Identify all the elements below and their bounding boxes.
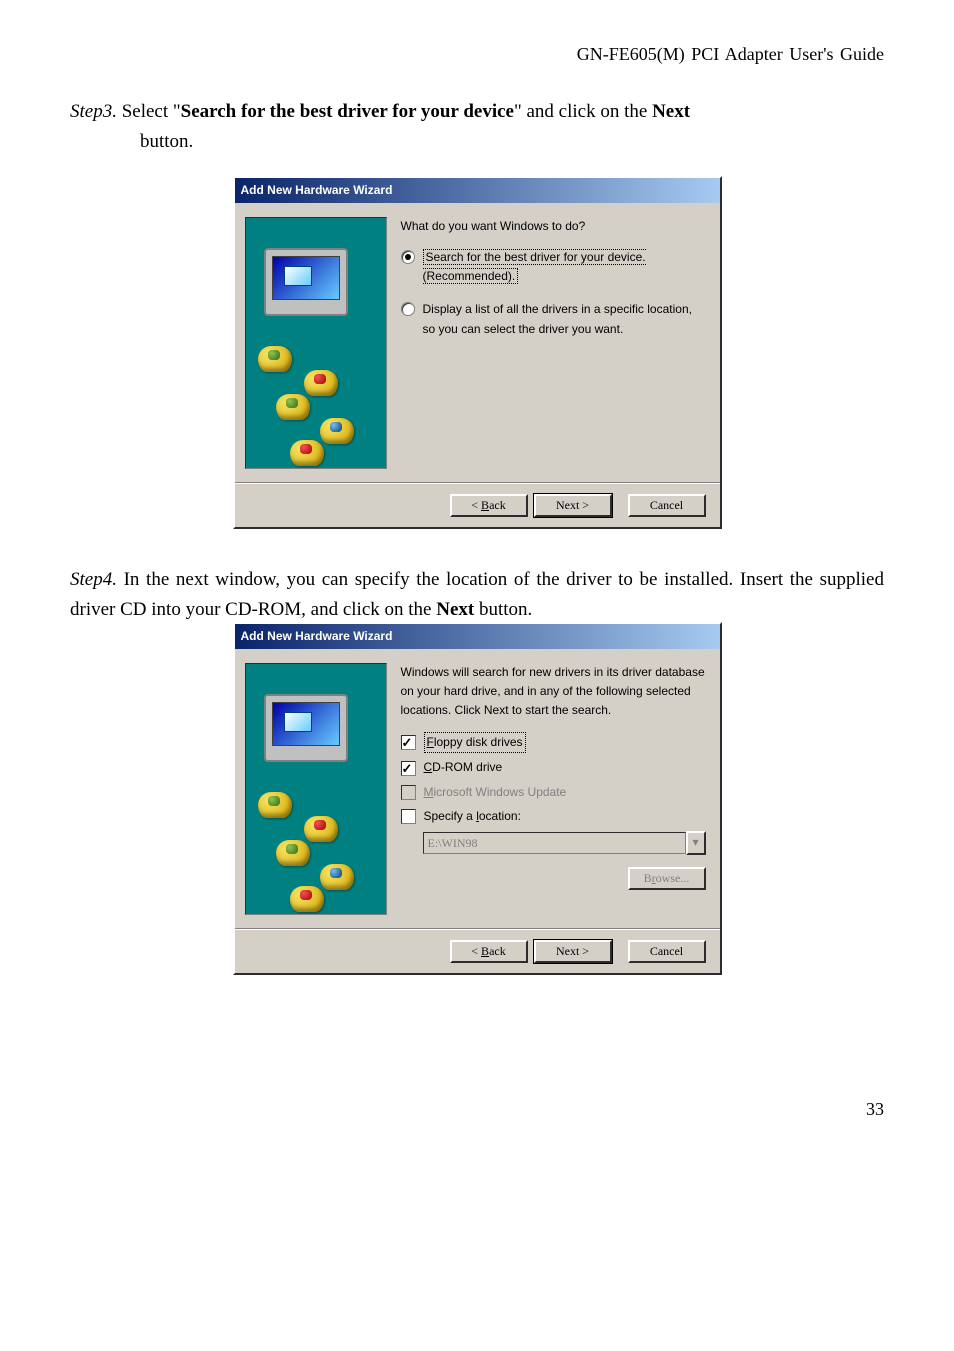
location-path-input xyxy=(423,832,686,854)
dropdown-icon: ▾ xyxy=(686,831,706,855)
step3-bold-b: Next xyxy=(652,101,690,122)
cancel-button[interactable]: Cancel xyxy=(628,940,706,963)
step4-bold: Next xyxy=(436,599,474,620)
checkbox-icon xyxy=(401,785,416,800)
next-button[interactable]: Next > xyxy=(534,940,612,963)
checkbox-specify-location[interactable]: Specify a location: xyxy=(401,807,706,826)
radio-dot-icon xyxy=(401,250,415,264)
dialog1-question: What do you want Windows to do? xyxy=(401,217,706,236)
checkbox-floppy-label: Floppy disk drives xyxy=(424,732,526,753)
page-number: 33 xyxy=(70,1095,884,1124)
back-button[interactable]: < Back xyxy=(450,494,528,517)
checkbox-icon xyxy=(401,735,416,750)
radio-search-best[interactable]: Search for the best driver for your devi… xyxy=(401,248,706,286)
dialog2-titlebar: Add New Hardware Wizard xyxy=(235,624,720,649)
step4-label: Step4. xyxy=(70,569,117,590)
checkbox-specify-location-label: Specify a location: xyxy=(424,807,521,826)
checkbox-cdrom[interactable]: CD-ROM drive xyxy=(401,758,706,777)
step3-button-line: button. xyxy=(140,127,884,157)
checkbox-windows-update-label: Microsoft Windows Update xyxy=(424,783,567,802)
radio-dot-icon xyxy=(401,302,415,316)
checkbox-floppy[interactable]: Floppy disk drives xyxy=(401,732,706,753)
dialog-add-hardware-1: Add New Hardware Wizard What do you want… xyxy=(233,176,722,529)
cancel-button[interactable]: Cancel xyxy=(628,494,706,517)
dialog1-titlebar: Add New Hardware Wizard xyxy=(235,178,720,203)
checkbox-cdrom-label: CD-ROM drive xyxy=(424,758,503,777)
dialog2-intro: Windows will search for new drivers in i… xyxy=(401,663,706,721)
checkbox-windows-update: Microsoft Windows Update xyxy=(401,783,706,802)
radio-search-best-label: Search for the best driver for your devi… xyxy=(423,249,646,284)
step4-body-b: button. xyxy=(474,599,532,620)
step3-bold-a: Search for the best driver for your devi… xyxy=(181,101,514,122)
step3-text-b: " and click on the xyxy=(514,101,652,122)
radio-display-list[interactable]: Display a list of all the drivers in a s… xyxy=(401,300,706,338)
next-button[interactable]: Next > xyxy=(534,494,612,517)
radio-display-list-label: Display a list of all the drivers in a s… xyxy=(423,300,706,338)
step4-block: Step4. In the next window, you can speci… xyxy=(70,565,884,626)
checkbox-icon xyxy=(401,761,416,776)
browse-button: Browse... xyxy=(628,867,706,890)
step3-block: Step3. Select "Search for the best drive… xyxy=(70,97,884,158)
back-button[interactable]: < Back xyxy=(450,940,528,963)
page-header: GN-FE605(M) PCI Adapter User's Guide xyxy=(70,40,884,69)
dialog-add-hardware-2: Add New Hardware Wizard Windows will sea… xyxy=(233,622,722,975)
wizard-side-art xyxy=(245,217,387,469)
step3-label: Step3. xyxy=(70,101,117,122)
step3-text-a: Select " xyxy=(117,101,181,122)
wizard-side-art xyxy=(245,663,387,915)
checkbox-icon xyxy=(401,809,416,824)
